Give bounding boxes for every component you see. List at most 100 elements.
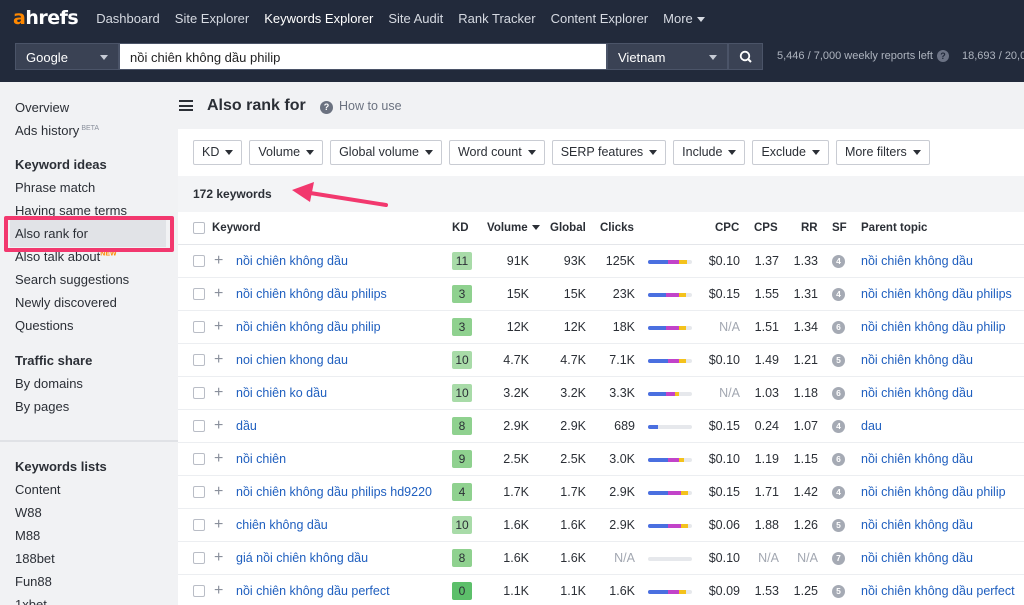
sidebar-list-1xbet[interactable]: 1xbet <box>15 597 47 605</box>
row-checkbox[interactable] <box>193 519 205 531</box>
search-button[interactable] <box>728 43 763 70</box>
nav-site-audit[interactable]: Site Audit <box>388 11 443 26</box>
sidebar-item-by-pages[interactable]: By pages <box>15 399 69 414</box>
parent-topic-link[interactable]: nồi chiên không dầu <box>861 452 973 466</box>
parent-topic-link[interactable]: nồi chiên không dầu philip <box>861 485 1006 499</box>
parent-topic-link[interactable]: dau <box>861 419 882 433</box>
col-rr[interactable]: RR <box>801 222 818 234</box>
help-icon[interactable]: ? <box>936 50 949 62</box>
add-to-list-icon[interactable]: + <box>214 550 223 566</box>
parent-topic-link[interactable]: nồi chiên không dầu philips <box>861 287 1012 301</box>
sidebar-list-188bet[interactable]: 188bet <box>15 551 55 566</box>
keyword-link[interactable]: chiên không dầu <box>236 518 328 532</box>
sidebar-item-questions[interactable]: Questions <box>15 318 74 333</box>
col-cps[interactable]: CPS <box>754 222 778 234</box>
sidebar-item-phrase-match[interactable]: Phrase match <box>15 180 95 195</box>
row-checkbox[interactable] <box>193 255 205 267</box>
sidebar-item-by-domains[interactable]: By domains <box>15 376 83 391</box>
keyword-link[interactable]: nồi chiên không dầu perfect <box>236 584 390 598</box>
parent-topic-link[interactable]: nồi chiên không dầu <box>861 386 973 400</box>
ahrefs-logo[interactable]: ahrefs <box>13 7 79 29</box>
sidebar-list-content[interactable]: Content <box>15 482 61 497</box>
add-to-list-icon[interactable]: + <box>214 253 223 269</box>
row-checkbox[interactable] <box>193 453 205 465</box>
col-parent-topic[interactable]: Parent topic <box>861 222 927 234</box>
add-to-list-icon[interactable]: + <box>214 385 223 401</box>
add-to-list-icon[interactable]: + <box>214 418 223 434</box>
serp-features-count[interactable]: 4 <box>832 420 845 433</box>
add-to-list-icon[interactable]: + <box>214 451 223 467</box>
filter-exclude[interactable]: Exclude <box>752 140 829 165</box>
sidebar-item-search-suggestions[interactable]: Search suggestions <box>15 272 129 287</box>
keyword-link[interactable]: nồi chiên không dầu <box>236 254 348 268</box>
keyword-link[interactable]: nồi chiên không dầu philip <box>236 320 381 334</box>
row-checkbox[interactable] <box>193 354 205 366</box>
sidebar-list-fun88[interactable]: Fun88 <box>15 574 52 589</box>
serp-features-count[interactable]: 5 <box>832 354 845 367</box>
row-checkbox[interactable] <box>193 552 205 564</box>
filter-global-volume[interactable]: Global volume <box>330 140 442 165</box>
row-checkbox[interactable] <box>193 321 205 333</box>
keyword-link[interactable]: nồi chiên ko dầu <box>236 386 327 400</box>
add-to-list-icon[interactable]: + <box>214 583 223 599</box>
sidebar-list-w88[interactable]: W88 <box>15 505 42 520</box>
col-cpc[interactable]: CPC <box>715 222 739 234</box>
parent-topic-link[interactable]: nồi chiên không dầu <box>861 353 973 367</box>
parent-topic-link[interactable]: nồi chiên không dầu <box>861 254 973 268</box>
sidebar-list-m88[interactable]: M88 <box>15 528 40 543</box>
filter-more[interactable]: More filters <box>835 140 930 165</box>
add-to-list-icon[interactable]: + <box>214 286 223 302</box>
nav-rank-tracker[interactable]: Rank Tracker <box>458 11 535 26</box>
select-all-checkbox[interactable] <box>193 222 205 234</box>
col-clicks[interactable]: Clicks <box>600 222 634 234</box>
add-to-list-icon[interactable]: + <box>214 517 223 533</box>
keyword-link[interactable]: giá nồi chiên không dầu <box>236 551 368 565</box>
menu-icon[interactable] <box>179 100 193 111</box>
search-engine-select[interactable]: Google <box>15 43 119 70</box>
keyword-search-input[interactable]: nồi chiên không dầu philip <box>119 43 607 70</box>
row-checkbox[interactable] <box>193 420 205 432</box>
col-keyword[interactable]: Keyword <box>212 222 261 234</box>
serp-features-count[interactable]: 6 <box>832 387 845 400</box>
add-to-list-icon[interactable]: + <box>214 319 223 335</box>
parent-topic-link[interactable]: nồi chiên không dầu philip <box>861 320 1006 334</box>
sidebar-item-ads-history[interactable]: Ads history BETA <box>15 123 99 138</box>
serp-features-count[interactable]: 5 <box>832 585 845 598</box>
filter-include[interactable]: Include <box>673 140 746 165</box>
row-checkbox[interactable] <box>193 288 205 300</box>
parent-topic-link[interactable]: nồi chiên không dầu perfect <box>861 584 1015 598</box>
col-volume[interactable]: Volume <box>487 222 540 234</box>
parent-topic-link[interactable]: nồi chiên không dầu <box>861 551 973 565</box>
how-to-use-link[interactable]: ? How to use <box>320 99 402 114</box>
row-checkbox[interactable] <box>193 486 205 498</box>
col-sf[interactable]: SF <box>832 222 847 234</box>
sidebar-item-newly-discovered[interactable]: Newly discovered <box>15 295 117 310</box>
filter-serp-features[interactable]: SERP features <box>551 140 667 165</box>
row-checkbox[interactable] <box>193 387 205 399</box>
sidebar-item-overview[interactable]: Overview <box>15 100 69 115</box>
serp-features-count[interactable]: 6 <box>832 321 845 334</box>
serp-features-count[interactable]: 4 <box>832 288 845 301</box>
add-to-list-icon[interactable]: + <box>214 352 223 368</box>
filter-kd[interactable]: KD <box>193 140 243 165</box>
col-global[interactable]: Global <box>550 222 586 234</box>
nav-keywords-explorer[interactable]: Keywords Explorer <box>264 11 373 26</box>
serp-features-count[interactable]: 5 <box>832 519 845 532</box>
nav-more[interactable]: More <box>663 11 705 26</box>
serp-features-count[interactable]: 6 <box>832 453 845 466</box>
keyword-link[interactable]: dầu <box>236 419 257 433</box>
filter-volume[interactable]: Volume <box>249 140 324 165</box>
nav-content-explorer[interactable]: Content Explorer <box>551 11 649 26</box>
row-checkbox[interactable] <box>193 585 205 597</box>
keyword-link[interactable]: nồi chiên <box>236 452 286 466</box>
parent-topic-link[interactable]: nồi chiên không dầu <box>861 518 973 532</box>
filter-word-count[interactable]: Word count <box>448 140 545 165</box>
col-kd[interactable]: KD <box>452 222 469 234</box>
country-select[interactable]: Vietnam <box>607 43 728 70</box>
serp-features-count[interactable]: 7 <box>832 552 845 565</box>
serp-features-count[interactable]: 4 <box>832 486 845 499</box>
table-row[interactable] <box>178 410 1024 443</box>
nav-dashboard[interactable]: Dashboard <box>96 11 160 26</box>
serp-features-count[interactable]: 4 <box>832 255 845 268</box>
nav-site-explorer[interactable]: Site Explorer <box>175 11 249 26</box>
